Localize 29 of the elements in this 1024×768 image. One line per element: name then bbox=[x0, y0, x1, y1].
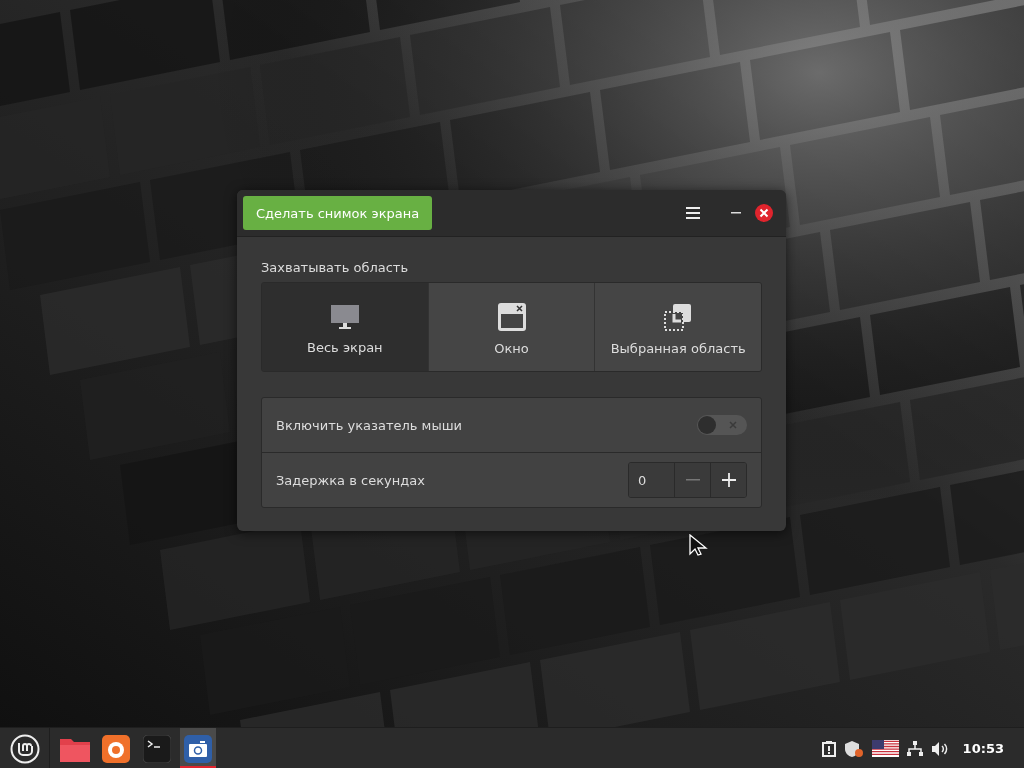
clock[interactable]: 10:53 bbox=[962, 741, 1004, 756]
shield-icon[interactable] bbox=[843, 739, 864, 758]
browser-icon bbox=[102, 734, 130, 763]
camera-icon bbox=[184, 734, 212, 763]
minimize-icon bbox=[731, 212, 741, 214]
section-label: Захватывать область bbox=[261, 260, 410, 275]
monitor-icon bbox=[329, 304, 360, 330]
mint-logo-icon bbox=[9, 733, 40, 764]
capture-mode-option[interactable]: Весь экран bbox=[262, 283, 429, 371]
clipboard-icon[interactable] bbox=[821, 740, 836, 757]
window-icon bbox=[497, 303, 526, 331]
volume-icon[interactable] bbox=[930, 740, 949, 757]
taskbar-app-button[interactable] bbox=[180, 728, 216, 768]
capture-mode-option[interactable]: Выбранная область bbox=[595, 283, 761, 371]
close-icon bbox=[755, 204, 773, 222]
mouse-pointer-icon bbox=[689, 534, 708, 556]
capture-mode-option[interactable]: Окно bbox=[428, 283, 596, 371]
toggle-switch[interactable] bbox=[697, 415, 747, 435]
terminal-icon bbox=[143, 734, 171, 763]
setting-label: Включить указатель мыши bbox=[276, 417, 463, 433]
us-flag-icon[interactable] bbox=[871, 740, 899, 757]
setting-label: Задержка в секундах bbox=[276, 472, 426, 488]
menu-icon bbox=[686, 207, 700, 219]
area-select-icon bbox=[664, 303, 693, 331]
off-mark-icon bbox=[727, 419, 739, 431]
option-label: Окно bbox=[494, 341, 529, 356]
option-label: Выбранная область bbox=[610, 341, 746, 356]
option-label: Весь экран bbox=[307, 340, 383, 355]
network-icon[interactable] bbox=[906, 740, 923, 757]
